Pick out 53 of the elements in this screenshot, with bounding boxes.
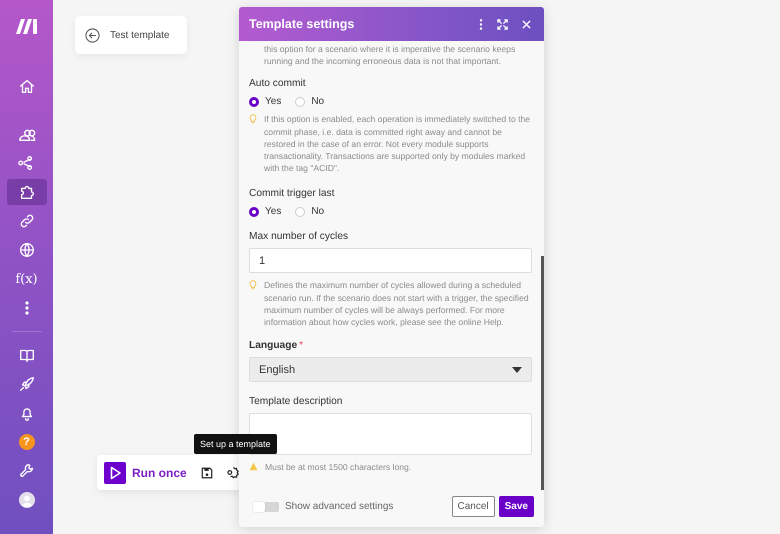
logo-icon xyxy=(14,17,38,35)
function-label: f(x) xyxy=(15,272,38,286)
lightbulb-icon xyxy=(249,114,257,124)
radio-label: No xyxy=(311,206,324,218)
field-hint: If this option is enabled, each operation is immediately switched to the commit phase, i.e. data is committed right away and cannot be restored in the case of an error. Not every module supports transactionality. Transactions are supported only by modules marked with the tag "ACID". xyxy=(264,113,532,174)
lightbulb-icon xyxy=(249,280,257,290)
option-description: this option for a scenario where it is imperative the scenario keeps running and the incoming erroneous data is not that important. xyxy=(264,43,516,68)
language-dropdown[interactable]: English xyxy=(249,357,532,382)
toggle-switch[interactable] xyxy=(253,502,279,512)
field-label: Commit trigger last xyxy=(249,188,334,200)
radio-option[interactable]: No xyxy=(295,96,324,108)
field-label: Language xyxy=(249,340,298,352)
gear-icon[interactable] xyxy=(226,466,240,479)
save-button[interactable]: Save xyxy=(498,496,534,517)
scrollbar[interactable] xyxy=(541,256,544,490)
number-input[interactable]: 1 xyxy=(249,248,532,274)
field-label: Template description xyxy=(249,396,342,408)
dialog-title: Template settings xyxy=(249,17,356,31)
required-mark: * xyxy=(299,340,304,352)
radio-label: Yes xyxy=(265,206,282,218)
avatar-icon xyxy=(18,492,34,508)
help-badge: ? xyxy=(18,434,34,450)
field-hint: Must be at most 1500 characters long. xyxy=(265,461,412,474)
radio-button[interactable] xyxy=(249,96,259,107)
link-icon xyxy=(18,212,36,230)
toggle-label: Show advanced settings xyxy=(285,501,394,512)
radio-label: Yes xyxy=(265,96,282,108)
warning-icon xyxy=(249,462,258,472)
caret-icon xyxy=(512,366,522,373)
home-icon xyxy=(18,77,36,95)
scenario-title: Test template xyxy=(110,30,170,40)
field-hint: Defines the maximum number of cycles allowed during a scheduled scenario run. If the scenario does not start with a trigger, the specified maximum number of cycles will be always performed. For more information about how cycles work, please see the online Help. xyxy=(264,279,530,328)
field-label: Max number of cycles xyxy=(249,231,348,242)
radio-option[interactable]: No xyxy=(295,206,324,218)
more-icon[interactable] xyxy=(479,18,483,30)
function-nav-item[interactable]: f(x) xyxy=(6,266,46,292)
globe-icon xyxy=(18,241,36,259)
run-once-button[interactable]: Run once xyxy=(104,462,187,484)
radio-button[interactable] xyxy=(249,206,259,217)
play-icon xyxy=(104,462,126,484)
cancel-button[interactable]: Cancel xyxy=(452,496,495,517)
save-icon[interactable] xyxy=(200,466,213,478)
radio-label: No xyxy=(311,96,324,108)
field-label: Auto commit xyxy=(249,78,306,90)
close-icon[interactable] xyxy=(522,20,531,28)
more-icon xyxy=(24,301,28,315)
radio-option[interactable]: Yes xyxy=(249,96,282,108)
puzzle-nav-item[interactable] xyxy=(6,179,46,205)
radio-option[interactable]: Yes xyxy=(249,206,282,218)
expand-icon[interactable] xyxy=(497,18,508,30)
wrench-icon xyxy=(18,462,36,480)
rocket-icon xyxy=(18,375,36,393)
tooltip: Set up a template xyxy=(194,434,277,454)
